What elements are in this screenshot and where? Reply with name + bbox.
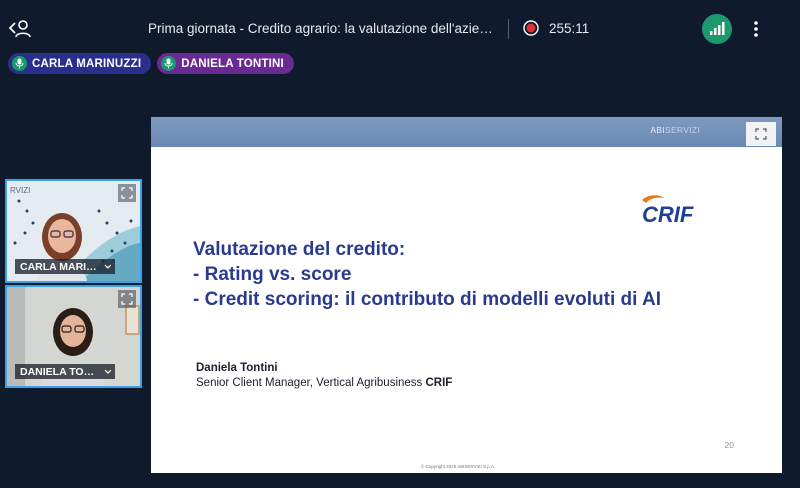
- speaker-name: CARLA MARINUZZI: [32, 57, 142, 70]
- more-vertical-icon[interactable]: [746, 16, 766, 42]
- title-line: - Rating vs. score: [193, 264, 352, 285]
- speaker-name: DANIELA TONTINI: [181, 57, 284, 70]
- participant-name-tag[interactable]: CARLA MARIN...: [15, 259, 115, 274]
- participant-name: CARLA MARIN...: [20, 260, 100, 273]
- chevron-down-icon: [104, 264, 112, 269]
- title-line: Valutazione del credito:: [193, 239, 406, 260]
- speaker-chip-carla[interactable]: CARLA MARINUZZI: [8, 53, 152, 74]
- presenter-name: Daniela Tontini: [196, 362, 278, 374]
- expand-icon[interactable]: [118, 184, 136, 202]
- participant-name-tag[interactable]: DANIELA TON...: [15, 364, 115, 379]
- shared-slide[interactable]: ABISERVIZI CRIF Valutazione del credito:…: [151, 117, 782, 473]
- signal-icon[interactable]: [702, 14, 732, 44]
- microphone-icon: [161, 56, 177, 71]
- logo-main-text: ABI: [650, 125, 665, 135]
- video-tile-daniela[interactable]: DANIELA TON...: [5, 285, 142, 388]
- presenter-role-text: Senior Client Manager, Vertical Agribusi…: [196, 377, 423, 389]
- fullscreen-icon[interactable]: [746, 122, 776, 146]
- microphone-icon: [12, 56, 27, 71]
- slide-header-band: ABISERVIZI: [151, 117, 782, 147]
- abi-servizi-logo: ABISERVIZI: [650, 125, 700, 135]
- chevron-down-icon: [104, 369, 112, 374]
- slide-copyright: © Copyright 2025 ABISERVIZI S.p.A.: [421, 464, 496, 469]
- speaker-chip-daniela[interactable]: DANIELA TONTINI: [157, 53, 294, 74]
- top-bar: Prima giornata - Credito agrario: la val…: [0, 0, 800, 58]
- header-divider: [508, 19, 509, 39]
- logo-sub-text: SERVIZI: [664, 125, 700, 135]
- slide-title: Valutazione del credito: - Rating vs. sc…: [193, 237, 661, 312]
- crif-logo-text: CRIF: [642, 202, 694, 226]
- crif-logo: CRIF: [642, 195, 694, 226]
- video-tile-carla[interactable]: RVIZI CARLA MARIN...: [5, 179, 142, 283]
- presenter-company: CRIF: [425, 377, 453, 389]
- title-line: - Credit scoring: il contributo di model…: [193, 289, 661, 310]
- expand-icon[interactable]: [118, 290, 136, 308]
- active-speakers: CARLA MARINUZZI DANIELA TONTINI: [8, 53, 294, 74]
- slide-page-number: 20: [724, 440, 734, 450]
- background-brand-text: RVIZI: [10, 186, 31, 195]
- meeting-title: Prima giornata - Credito agrario: la val…: [148, 21, 498, 36]
- record-icon: [523, 20, 539, 36]
- participant-name: DANIELA TON...: [20, 365, 100, 378]
- presenter-role: Senior Client Manager, Vertical Agribusi…: [196, 377, 452, 389]
- back-user-icon[interactable]: [8, 17, 32, 39]
- recording-timer: 255:11: [549, 21, 590, 36]
